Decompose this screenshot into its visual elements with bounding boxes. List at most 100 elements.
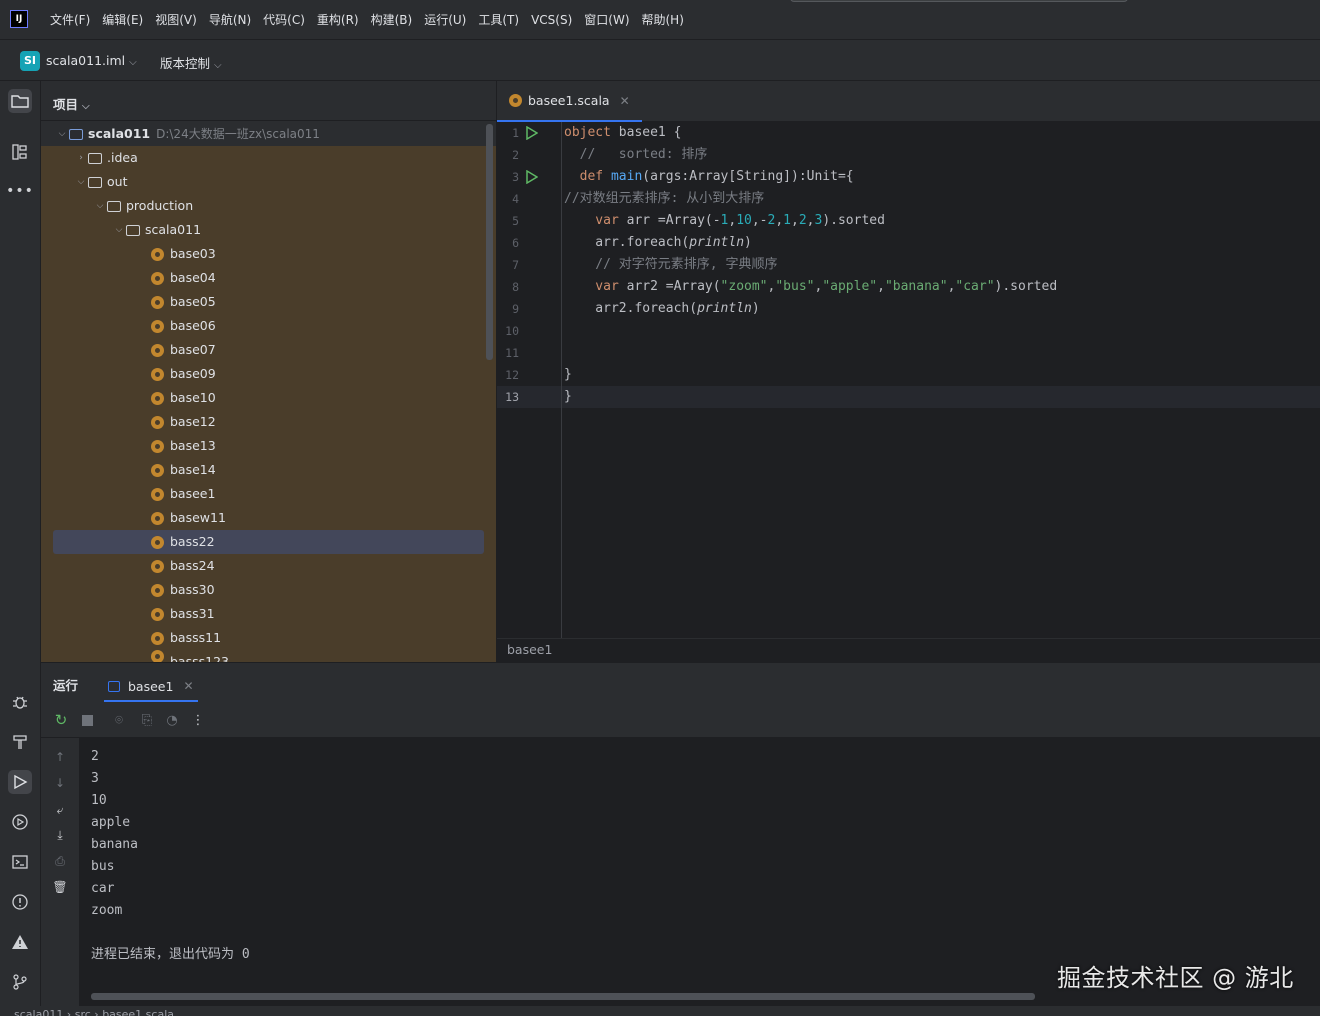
status-crumb[interactable]: basee1.scala	[102, 1008, 174, 1016]
search-everywhere-bar[interactable]	[790, 0, 1128, 2]
scala-object-icon	[151, 535, 164, 549]
rerun-icon[interactable]: ↻	[53, 711, 69, 729]
menu-item[interactable]: 编辑(E)	[96, 11, 149, 29]
code-line[interactable]: }	[564, 386, 572, 408]
tree-row-class[interactable]: bass31	[151, 602, 215, 626]
menu-item[interactable]: 视图(V)	[149, 11, 203, 29]
code-line[interactable]: // sorted: 排序	[564, 144, 708, 166]
arrow-up-icon[interactable]: ↑	[52, 749, 68, 765]
problems-icon[interactable]	[8, 890, 32, 914]
tree-row-class[interactable]: bass24	[151, 554, 215, 578]
tree-row-class[interactable]: base13	[151, 434, 216, 458]
code-token: )	[744, 235, 752, 250]
status-crumb[interactable]: scala011	[14, 1008, 63, 1016]
close-icon[interactable]: ✕	[620, 94, 630, 108]
close-icon[interactable]: ✕	[183, 679, 193, 693]
chevron-down-icon[interactable]: ⌵	[74, 170, 88, 194]
tree-row-folder[interactable]: › .idea	[74, 146, 138, 170]
intellij-logo-icon[interactable]: IJ	[10, 10, 28, 28]
tree-row-class[interactable]: base09	[151, 362, 216, 386]
menu-item[interactable]: 窗口(W)	[578, 11, 635, 29]
warning-icon[interactable]	[8, 930, 32, 954]
chevron-down-icon[interactable]: ⌵	[55, 122, 69, 146]
menu-item[interactable]: 运行(U)	[418, 11, 472, 29]
tree-row-folder[interactable]: ⌵ scala011	[112, 218, 201, 242]
menu-item[interactable]: 代码(C)	[257, 11, 311, 29]
code-line[interactable]: var arr =Array(-1,10,-2,1,2,3).sorted	[564, 210, 885, 232]
git-branch-icon[interactable]	[8, 970, 32, 994]
camera-icon[interactable]: ⌾	[111, 712, 127, 728]
tree-row-class[interactable]: base04	[151, 266, 216, 290]
chevron-right-icon[interactable]: ›	[74, 146, 88, 170]
menu-item[interactable]: 工具(T)	[472, 11, 525, 29]
tree-row-class[interactable]: basss11	[151, 626, 221, 650]
tree-row-class[interactable]: base05	[151, 290, 216, 314]
tree-row-class[interactable]: base03	[151, 242, 216, 266]
tree-row-class[interactable]: base12	[151, 410, 216, 434]
run-gutter-icon[interactable]	[526, 170, 538, 184]
tree-row-root[interactable]: ⌵ scala011 D:\24大数据一班zx\scala011	[55, 122, 320, 146]
soft-wrap-icon[interactable]: ⤶	[52, 802, 68, 818]
menu-item[interactable]: 帮助(H)	[636, 11, 690, 29]
chevron-down-icon[interactable]: ⌵	[93, 194, 107, 218]
code-token: ).sorted	[994, 279, 1058, 294]
build-hammer-icon[interactable]	[8, 730, 32, 754]
tree-row-class[interactable]: base10	[151, 386, 216, 410]
project-panel-title[interactable]: 项目 ⌵	[53, 94, 90, 113]
editor-tab[interactable]: basee1.scala ✕	[497, 81, 642, 122]
menu-item[interactable]: 导航(N)	[203, 11, 257, 29]
code-line[interactable]: def main(args:Array[String]):Unit={	[564, 166, 854, 188]
status-crumb[interactable]: src	[75, 1008, 91, 1016]
tree-row-class[interactable]: base06	[151, 314, 216, 338]
structure-icon[interactable]	[8, 140, 32, 164]
tree-row-class[interactable]: basss123	[151, 650, 229, 662]
tree-row-folder[interactable]: ⌵ production	[93, 194, 194, 218]
run-gutter-icon[interactable]	[526, 126, 538, 140]
restore-layout-icon[interactable]: ⎘	[139, 712, 155, 728]
services-icon[interactable]	[8, 810, 32, 834]
project-selector[interactable]: scala011.iml ⌵	[46, 53, 137, 68]
menu-item[interactable]: 构建(B)	[365, 11, 419, 29]
tree-row-class[interactable]: bass30	[151, 578, 215, 602]
tree-row-class[interactable]: basee1	[151, 482, 215, 506]
console-horizontal-scrollbar[interactable]	[91, 993, 1035, 1000]
vcs-menu[interactable]: 版本控制 ⌵	[160, 53, 222, 72]
more-icon[interactable]: •••	[6, 179, 33, 203]
code-line[interactable]: arr2.foreach(println)	[564, 298, 759, 320]
tree-scrollbar[interactable]	[486, 124, 493, 360]
tree-row-folder[interactable]: ⌵ out	[74, 170, 128, 194]
terminal-icon[interactable]	[8, 850, 32, 874]
project-folder-icon[interactable]	[8, 89, 32, 113]
code-line[interactable]: }	[564, 364, 572, 386]
trash-icon[interactable]: 🗑	[52, 879, 68, 895]
gutter-divider	[561, 122, 562, 638]
scala-object-icon	[151, 367, 164, 381]
tree-row-class[interactable]: basew11	[151, 506, 226, 530]
print-icon[interactable]: ⎙	[52, 853, 68, 869]
run-tab[interactable]: basee1 ✕	[104, 672, 198, 702]
code-line[interactable]: //对数组元素排序: 从小到大排序	[564, 188, 764, 210]
run-play-icon[interactable]	[8, 770, 32, 794]
scroll-to-end-icon[interactable]: ⤓	[52, 827, 68, 843]
tree-row-class[interactable]: base14	[151, 458, 216, 482]
code-line[interactable]: // 对字符元素排序, 字典顺序	[564, 254, 777, 276]
code-line[interactable]: object basee1 {	[564, 122, 681, 144]
project-badge-icon[interactable]: SI	[20, 51, 40, 71]
chevron-down-icon[interactable]: ⌵	[112, 218, 126, 242]
tree-row-class[interactable]: bass22	[151, 530, 215, 554]
menu-item[interactable]: 重构(R)	[311, 11, 365, 29]
menu-item[interactable]: VCS(S)	[525, 11, 578, 29]
code-line[interactable]: var arr2 =Array("zoom","bus","apple","ba…	[564, 276, 1057, 298]
menu-item[interactable]: 文件(F)	[44, 11, 96, 29]
arrow-down-icon[interactable]: ↓	[52, 775, 68, 791]
scala-object-icon	[151, 511, 164, 525]
code-line[interactable]: arr.foreach(println)	[564, 232, 752, 254]
status-breadcrumb[interactable]: scala011 › src › basee1.scala	[14, 1008, 174, 1016]
code-token: basee1 {	[618, 125, 682, 140]
tree-row-class[interactable]: base07	[151, 338, 216, 362]
editor-breadcrumb[interactable]: basee1	[507, 642, 552, 657]
more-options-icon[interactable]: ⋮	[190, 712, 206, 728]
debug-bug-icon[interactable]	[8, 690, 32, 714]
stop-icon[interactable]	[79, 712, 95, 728]
profiler-icon[interactable]: ◔	[164, 712, 180, 728]
